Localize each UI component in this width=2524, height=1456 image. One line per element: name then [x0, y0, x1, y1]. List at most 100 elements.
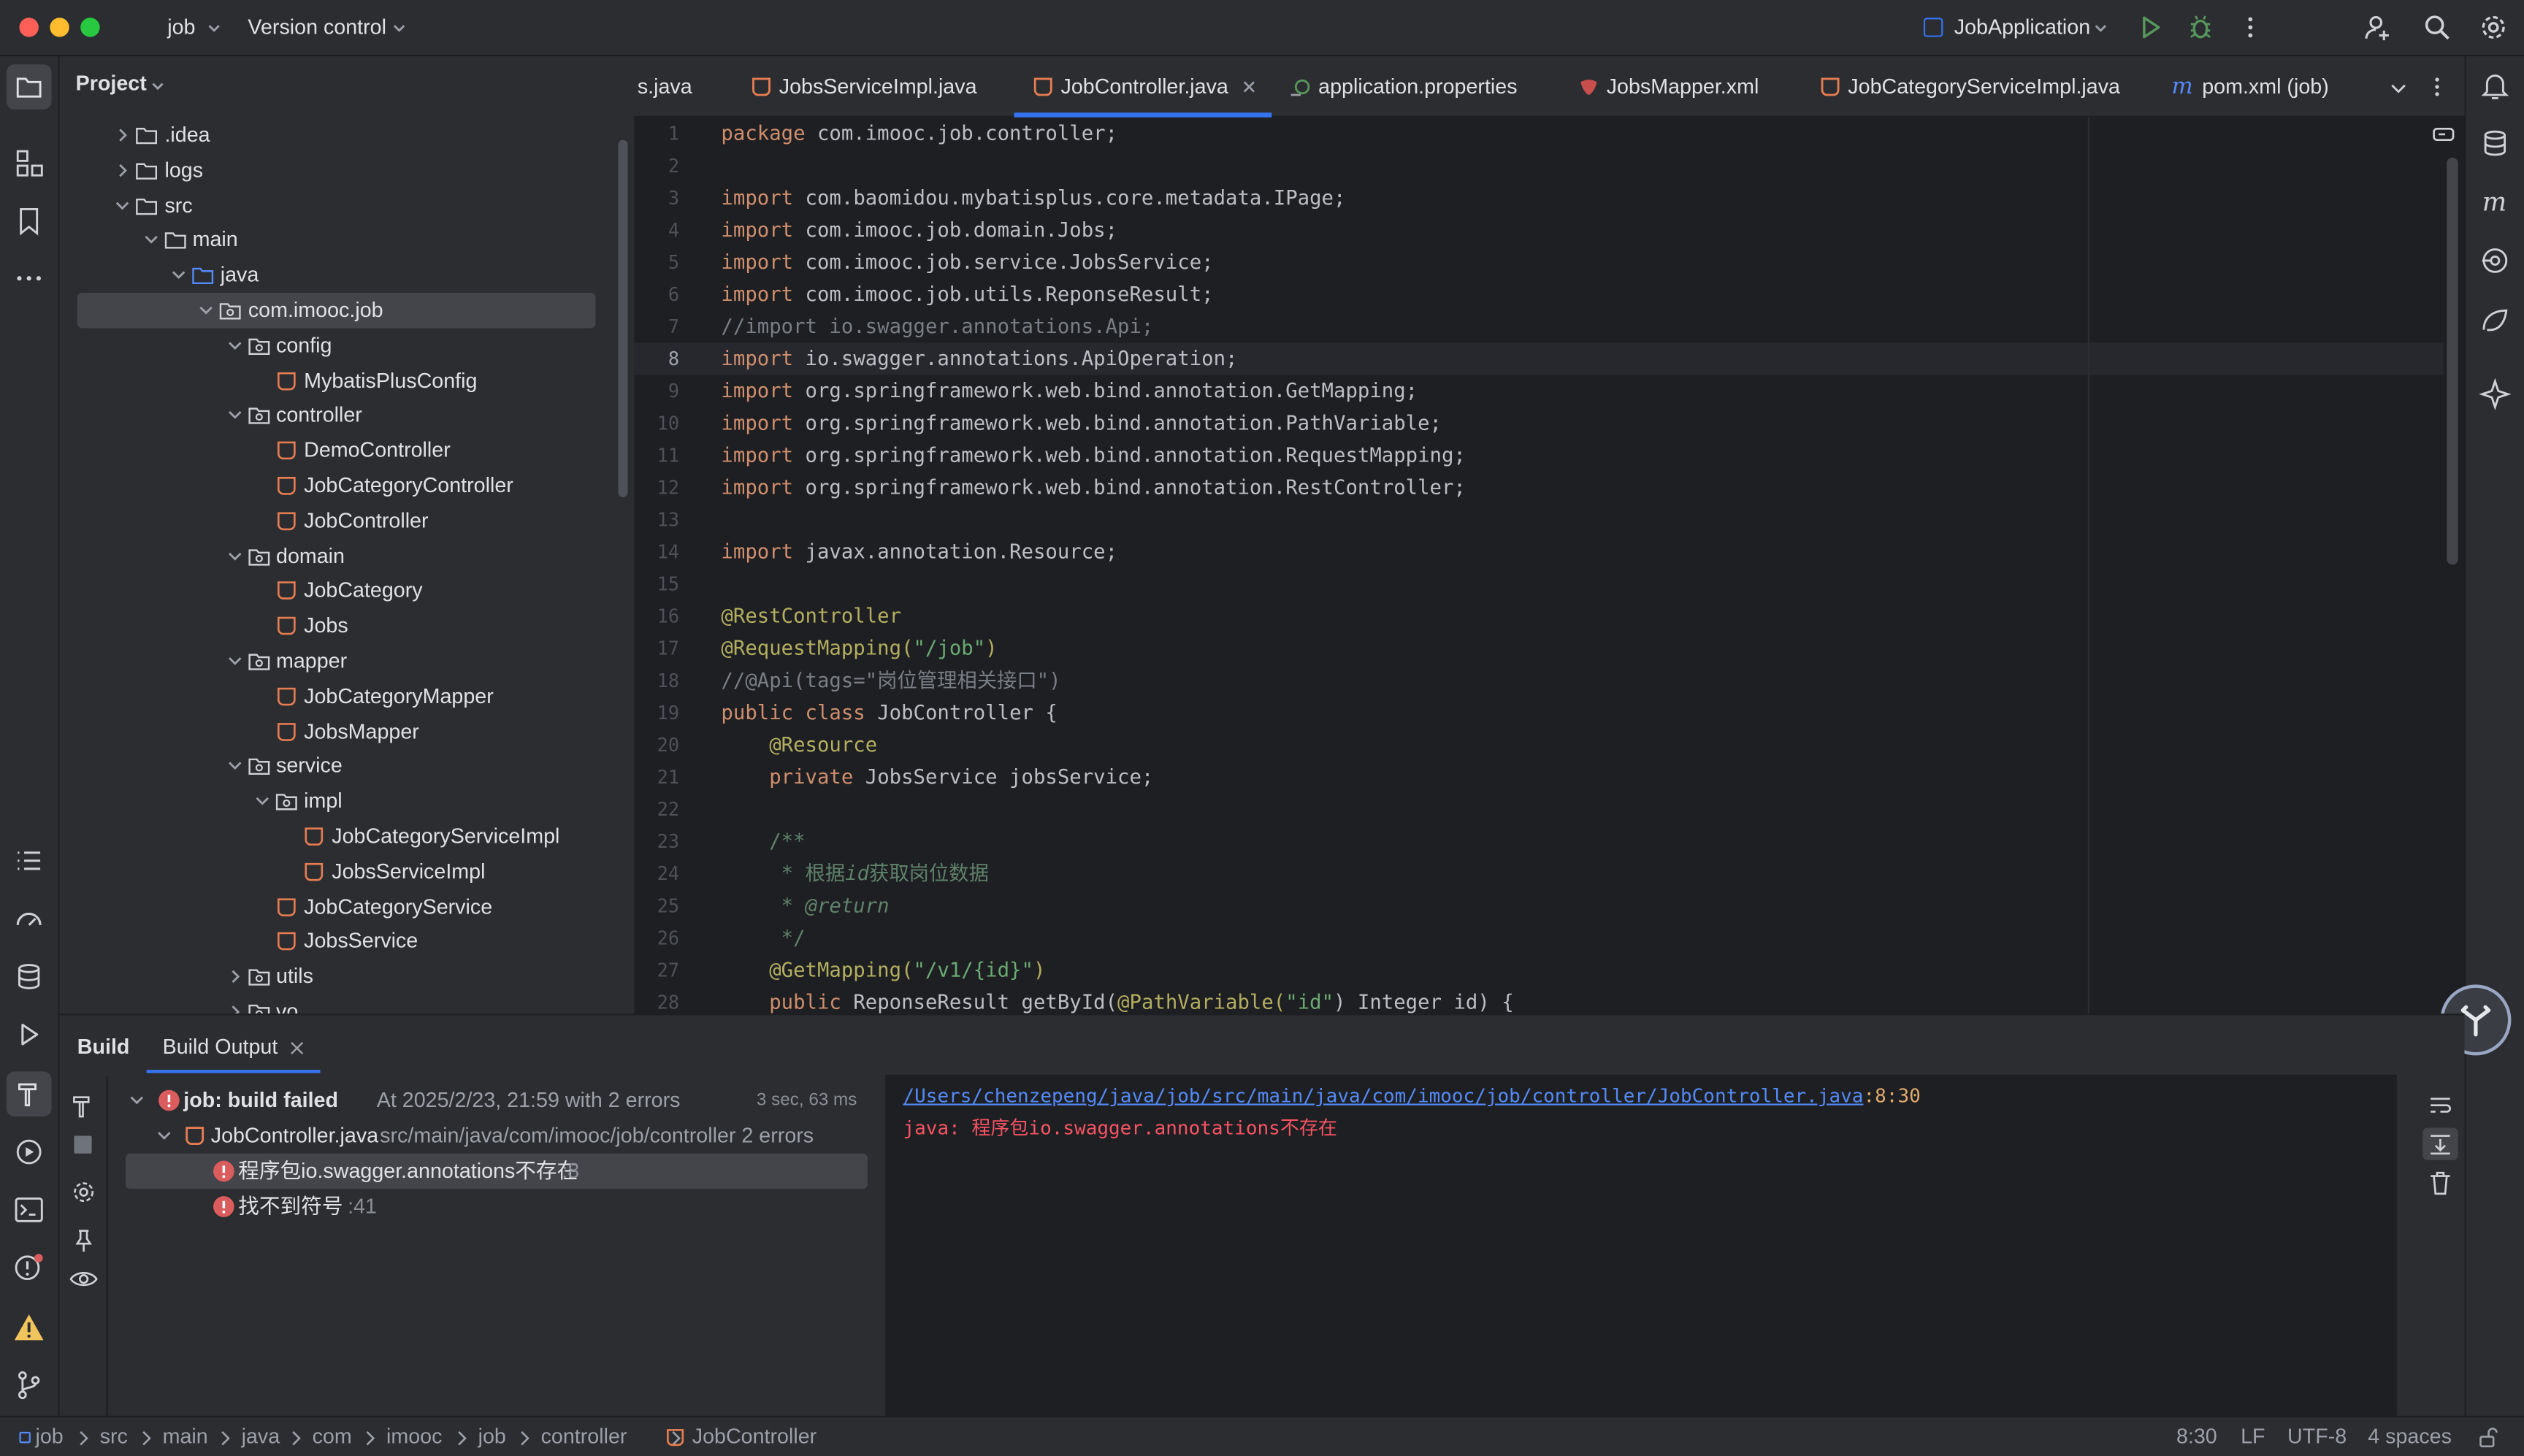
tree-item-jobsmapper[interactable]: JobsMapper	[60, 713, 607, 748]
lock-open-icon[interactable]	[2477, 1427, 2498, 1448]
breadcrumb-item[interactable]: java	[242, 1424, 280, 1448]
chevron-down-icon[interactable]	[196, 301, 215, 320]
trash-icon[interactable]	[2429, 1171, 2452, 1195]
tree-item-logs[interactable]: logs	[60, 153, 607, 188]
tree-item-jobcategoryserviceimpl[interactable]: JobCategoryServiceImpl	[60, 819, 607, 854]
tree-item-jobs[interactable]: Jobs	[60, 608, 607, 643]
vcs-menu[interactable]: Version control	[248, 0, 416, 55]
settings-gear-icon[interactable]	[71, 1179, 96, 1205]
tab-application-properties[interactable]: application.properties	[1289, 56, 1518, 118]
chevron-down-icon[interactable]	[224, 406, 243, 425]
breadcrumb-item[interactable]: main	[163, 1424, 208, 1448]
line-separator[interactable]: LF	[2241, 1424, 2265, 1448]
tree-item-com-imooc-job[interactable]: com.imooc.job	[77, 293, 596, 329]
more-vertical-icon[interactable]	[2428, 76, 2447, 99]
todo-list-icon[interactable]	[13, 845, 45, 877]
structure-icon[interactable]	[13, 147, 45, 179]
chevron-right-icon[interactable]	[224, 968, 243, 986]
debug-icon[interactable]	[2186, 13, 2215, 42]
settings-gear-icon[interactable]	[2479, 13, 2508, 42]
stop-icon[interactable]	[74, 1135, 92, 1154]
tree-item-controller[interactable]: controller	[60, 398, 607, 433]
tree-item--idea[interactable]: .idea	[60, 118, 607, 153]
tree-item-impl[interactable]: impl	[60, 783, 607, 819]
terminal-icon[interactable]	[13, 1194, 45, 1226]
file-link[interactable]: /Users/chenzepeng/java/job/src/main/java…	[903, 1084, 1864, 1107]
chevron-right-icon[interactable]	[113, 161, 132, 180]
build-file-row[interactable]: JobController.java src/main/java/com/imo…	[110, 1118, 885, 1153]
tree-item-service[interactable]: service	[60, 748, 607, 783]
chevron-right-icon[interactable]	[224, 1003, 243, 1014]
zoom-window-button[interactable]	[80, 18, 100, 37]
tab-pom-xml[interactable]: m pom.xml (job)	[2171, 56, 2328, 118]
chevron-down-icon[interactable]	[224, 756, 243, 775]
eye-icon[interactable]	[69, 1266, 99, 1292]
editor-scrollbar[interactable]	[2447, 157, 2458, 565]
ai-assistant-icon[interactable]	[2479, 378, 2512, 410]
endpoints-icon[interactable]	[2479, 245, 2511, 277]
project-panel-title[interactable]: Project	[76, 71, 147, 95]
caret-position[interactable]: 8:30	[2176, 1424, 2217, 1448]
tree-item-jobsserviceimpl[interactable]: JobsServiceImpl	[60, 854, 607, 889]
search-icon[interactable]	[2422, 13, 2452, 42]
tree-item-jobsservice[interactable]: JobsService	[60, 924, 607, 959]
file-encoding[interactable]: UTF-8	[2287, 1424, 2347, 1448]
minimize-window-button[interactable]	[50, 18, 69, 37]
code-editor[interactable]: 1 2 3 4 5 6 7 8 9 10 11 12 13 14 15 16 17 18 19 20 21 22 23 24 2…	[634, 117, 2465, 1014]
tree-item-utils[interactable]: utils	[60, 959, 607, 995]
chevron-down-icon[interactable]	[224, 651, 243, 670]
build-tool-button[interactable]	[6, 1071, 52, 1117]
tab-jobsmapper-xml[interactable]: JobsMapper.xml	[1578, 56, 1759, 118]
tab-jobcontroller[interactable]: JobController.java	[1014, 56, 1272, 118]
services-icon[interactable]	[13, 1136, 45, 1168]
pin-icon[interactable]	[71, 1227, 96, 1253]
soft-wrap-icon[interactable]	[2428, 1095, 2453, 1118]
git-branch-icon[interactable]	[13, 1369, 45, 1401]
close-window-button[interactable]	[19, 18, 39, 37]
build-error-row[interactable]: 找不到符号 :41	[126, 1189, 868, 1224]
database-icon[interactable]	[13, 960, 45, 992]
build-output-tab[interactable]: Build Output	[163, 1035, 278, 1059]
hammer-icon[interactable]	[71, 1094, 96, 1119]
chevron-down-icon[interactable]	[141, 231, 160, 250]
tree-item-vo[interactable]: vo	[60, 995, 607, 1014]
build-root-row[interactable]: job: build failed At 2025/2/23, 21:59 wi…	[110, 1083, 885, 1118]
notifications-bell-icon[interactable]	[2479, 69, 2511, 101]
close-tab-icon[interactable]	[1241, 79, 1257, 95]
breadcrumb-item[interactable]: JobController	[692, 1424, 817, 1448]
run-config-selector[interactable]: JobApplication	[1922, 0, 2115, 55]
spring-leaf-icon[interactable]	[2479, 304, 2511, 336]
tree-item-jobcategory[interactable]: JobCategory	[60, 573, 607, 608]
tree-item-jobcategorycontroller[interactable]: JobCategoryController	[60, 468, 607, 503]
tree-item-jobcategoryservice[interactable]: JobCategoryService	[60, 889, 607, 924]
tree-item-jobcontroller[interactable]: JobController	[60, 503, 607, 538]
add-user-icon[interactable]	[2363, 13, 2393, 42]
maven-icon[interactable]: m	[2479, 185, 2511, 218]
chevron-down-icon[interactable]	[253, 792, 272, 811]
scroll-to-end-button[interactable]	[2422, 1127, 2458, 1160]
build-panel-title[interactable]: Build	[77, 1035, 130, 1059]
tree-item-democontroller[interactable]: DemoController	[60, 433, 607, 468]
tree-item-src[interactable]: src	[60, 188, 607, 223]
project-switcher[interactable]: job	[167, 0, 232, 55]
breadcrumb-item[interactable]: com	[313, 1424, 352, 1448]
tab-jobsserviceimpl[interactable]: JobsServiceImpl.java	[750, 56, 977, 118]
tree-item-mybatisplusconfig[interactable]: MybatisPlusConfig	[60, 363, 607, 398]
build-error-row-selected[interactable]: 程序包io.swagger.annotations不存在 :8	[125, 1153, 868, 1189]
tab-jobcategoryserviceimpl[interactable]: JobCategoryServiceImpl.java	[1819, 56, 2120, 118]
run-tool-icon[interactable]	[13, 1019, 45, 1051]
tree-item-jobcategorymapper[interactable]: JobCategoryMapper	[60, 678, 607, 713]
tree-item-config[interactable]: config	[60, 328, 607, 363]
chevron-down-icon[interactable]	[113, 196, 132, 215]
project-scrollbar[interactable]	[618, 139, 628, 497]
tree-item-java[interactable]: java	[60, 258, 607, 293]
chevron-down-icon[interactable]	[224, 336, 243, 355]
profiler-gauge-icon[interactable]	[13, 903, 45, 935]
project-tool-button[interactable]	[6, 64, 52, 110]
chevron-down-icon[interactable]	[224, 546, 243, 565]
breadcrumb-item[interactable]: src	[100, 1424, 128, 1448]
build-output-console[interactable]: /Users/chenzepeng/java/job/src/main/java…	[885, 1074, 2417, 1416]
reader-mode-icon[interactable]	[2432, 126, 2455, 145]
problems-icon[interactable]	[13, 1252, 45, 1284]
more-vertical-icon[interactable]	[2236, 13, 2265, 42]
